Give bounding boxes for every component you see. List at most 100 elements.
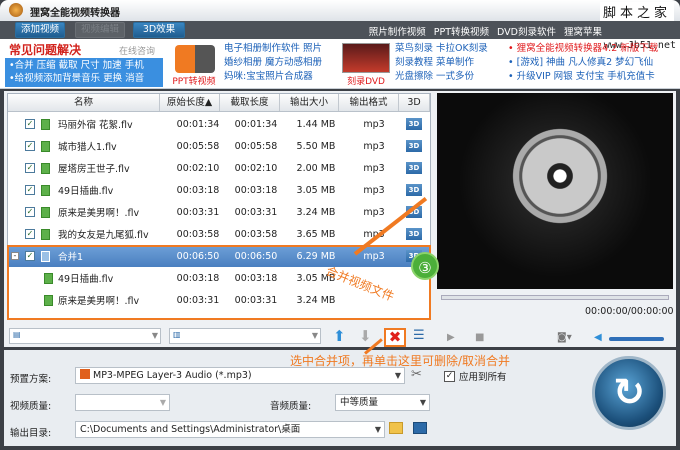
chevron-down-icon: ▼	[151, 331, 158, 340]
preset-select[interactable]: MP3-MPEG Layer-3 Audio (*.mp3) ▼	[75, 367, 405, 384]
table-row[interactable]: ✓ 49日插曲.flv 00:03:18 00:03:18 3.05 MB mp3 3D	[8, 179, 430, 201]
subtitle-select[interactable]: ▤ ▼	[9, 328, 161, 344]
link-photo-video[interactable]: 照片制作视频	[369, 27, 426, 38]
toolbar-links: 照片制作视频 PPT转换视频 DVD刻录软件 狸窝苹果	[361, 24, 672, 38]
burn-dvd-ad[interactable]: 刻录DVD	[342, 43, 390, 87]
audio-quality-select[interactable]: 中等质量 ▼	[335, 394, 430, 411]
faq-line-1[interactable]: •合并 压缩 截取 尺寸 加速 手机	[9, 59, 159, 72]
delete-button[interactable]: ✖	[384, 328, 406, 347]
col-orig-length[interactable]: 原始长度▲	[160, 94, 220, 111]
step-badge: ③	[411, 252, 439, 280]
table-row[interactable]: ✓ 城市猎人1.flv 00:05:58 00:05:58 5.50 MB mp3 3D	[8, 135, 430, 157]
3d-icon[interactable]: 3D	[406, 228, 422, 240]
faq-line-2[interactable]: •给视频添加背景音乐 更换 消音	[9, 72, 159, 85]
orig-length: 00:02:10	[176, 162, 220, 174]
cut-length: 00:03:18	[234, 184, 278, 196]
volume-slider[interactable]	[609, 337, 664, 341]
add-video-button[interactable]: 添加视频	[15, 22, 65, 38]
table-row[interactable]: ✓ 原来是美男啊！.flv 00:03:31 00:03:31 3.24 MB mp3 3D	[8, 201, 430, 223]
file-name: 玛丽外宿 花絮.flv	[58, 120, 133, 131]
3d-icon[interactable]: 3D	[406, 184, 422, 196]
row-checkbox[interactable]: ✓	[25, 119, 35, 129]
output-size: 2.00 MB	[296, 162, 336, 174]
player-controls: ▶ ■ ◙▾ ◀	[437, 330, 673, 348]
ad-link[interactable]: 电子相册制作软件 照片	[224, 42, 322, 56]
delete-hint-annotation: 选中合并项，再单击这里可删除/取消合并	[290, 354, 511, 368]
video-file-icon	[41, 162, 50, 174]
ad-link[interactable]: • 狸窝全能视频转换器4.2 新版下载	[508, 42, 658, 56]
output-size: 3.05 MB	[296, 184, 336, 196]
col-name[interactable]: 名称	[8, 94, 160, 111]
seek-bar[interactable]	[441, 295, 669, 300]
orig-length: 00:05:58	[176, 140, 220, 152]
volume-icon[interactable]: ◀	[594, 332, 602, 343]
col-cut-length[interactable]: 截取长度	[220, 94, 280, 111]
ad-link[interactable]: 婚纱相册 魔方动感相册	[224, 56, 322, 70]
file-name: 城市猎人1.flv	[58, 142, 117, 153]
ad-link[interactable]: • 升级VIP 网银 支付宝 手机充值卡	[508, 70, 658, 84]
apply-all-label: 应用到所有	[459, 372, 507, 383]
row-checkbox[interactable]: ✓	[25, 207, 35, 217]
video-quality-label: 视频质量:	[10, 401, 52, 412]
3d-effect-button[interactable]: 3D效果	[133, 22, 185, 38]
file-name: 屋塔房王世子.flv	[58, 164, 130, 175]
play-icon[interactable]: ▶	[447, 332, 455, 343]
ad-link[interactable]: 妈咪:宝宝照片合成器	[224, 70, 322, 84]
audio-quality-label: 音频质量:	[270, 401, 312, 412]
clear-list-icon[interactable]: ☰	[413, 328, 425, 343]
output-dir-input[interactable]: C:\Documents and Settings\Administrator\…	[75, 421, 385, 438]
col-3d[interactable]: 3D	[399, 94, 430, 111]
video-quality-select[interactable]: ▼	[75, 394, 170, 411]
link-apple[interactable]: 狸窝苹果	[564, 27, 602, 38]
chevron-down-icon: ▼	[159, 398, 166, 407]
chevron-down-icon: ▼	[394, 371, 401, 380]
table-row[interactable]: ✓ 屋塔房王世子.flv 00:02:10 00:02:10 2.00 MB mp3 3D	[8, 157, 430, 179]
table-row[interactable]: ✓ 玛丽外宿 花絮.flv 00:01:34 00:01:34 1.44 MB mp3 3D	[8, 113, 430, 135]
ppt-icon	[175, 45, 215, 73]
row-checkbox[interactable]: ✓	[25, 163, 35, 173]
open-folder-icon[interactable]	[413, 422, 427, 434]
ad-link[interactable]: 刻录教程 菜单制作	[395, 56, 488, 70]
video-file-icon	[41, 184, 50, 196]
link-ppt-video[interactable]: PPT转换视频	[434, 27, 489, 38]
ad-link[interactable]: • [游戏] 神曲 凡人修真2 梦幻飞仙	[508, 56, 658, 70]
row-checkbox[interactable]: ✓	[25, 141, 35, 151]
dvd-caption: 刻录DVD	[347, 77, 385, 87]
ppt-to-video-ad[interactable]: PPT转视频	[170, 43, 218, 87]
chevron-down-icon: ▼	[374, 425, 381, 434]
audio-quality-value: 中等质量	[340, 397, 379, 408]
ad-link[interactable]: 菜鸟刻录 卡拉OK刻录	[395, 42, 488, 56]
video-file-icon	[41, 118, 50, 130]
stop-icon[interactable]: ■	[475, 332, 484, 343]
link-dvd[interactable]: DVD刻录软件	[497, 27, 556, 38]
settings-tools-icon[interactable]: ✂	[411, 367, 422, 382]
3d-icon[interactable]: 3D	[406, 140, 422, 152]
output-format: mp3	[363, 184, 385, 196]
camera-icon[interactable]: ◙▾	[557, 332, 572, 343]
film-reel-icon	[505, 121, 615, 231]
3d-icon[interactable]: 3D	[406, 118, 422, 130]
edit-video-button[interactable]: 视频编辑	[75, 22, 125, 38]
folder-icon[interactable]	[389, 422, 403, 434]
3d-icon[interactable]: 3D	[406, 162, 422, 174]
convert-button[interactable]: ↻	[592, 356, 666, 430]
move-down-icon[interactable]: ⬇	[359, 327, 372, 345]
move-up-icon[interactable]: ⬆	[333, 327, 346, 345]
ad-link[interactable]: 光盘擦除 一式多份	[395, 70, 488, 84]
col-output-size[interactable]: 输出大小	[280, 94, 339, 111]
audio-track-select[interactable]: ▥ ▼	[169, 328, 321, 344]
row-checkbox[interactable]: ✓	[25, 229, 35, 239]
online-consult-link[interactable]: 在线咨询	[119, 44, 155, 57]
output-format: mp3	[363, 206, 385, 218]
apply-all-checkbox[interactable]: ✓ 应用到所有	[444, 369, 507, 383]
file-name: 原来是美男啊！.flv	[58, 208, 140, 219]
cut-length: 00:03:31	[234, 206, 278, 218]
col-output-format[interactable]: 输出格式	[339, 94, 399, 111]
app-title: 狸窝全能视频转换器	[30, 8, 120, 19]
row-checkbox[interactable]: ✓	[25, 185, 35, 195]
video-preview	[437, 93, 673, 289]
output-size: 3.65 MB	[296, 228, 336, 240]
orig-length: 00:01:34	[176, 118, 220, 130]
output-dir-value: C:\Documents and Settings\Administrator\…	[80, 424, 301, 435]
chevron-down-icon: ▼	[311, 331, 318, 340]
